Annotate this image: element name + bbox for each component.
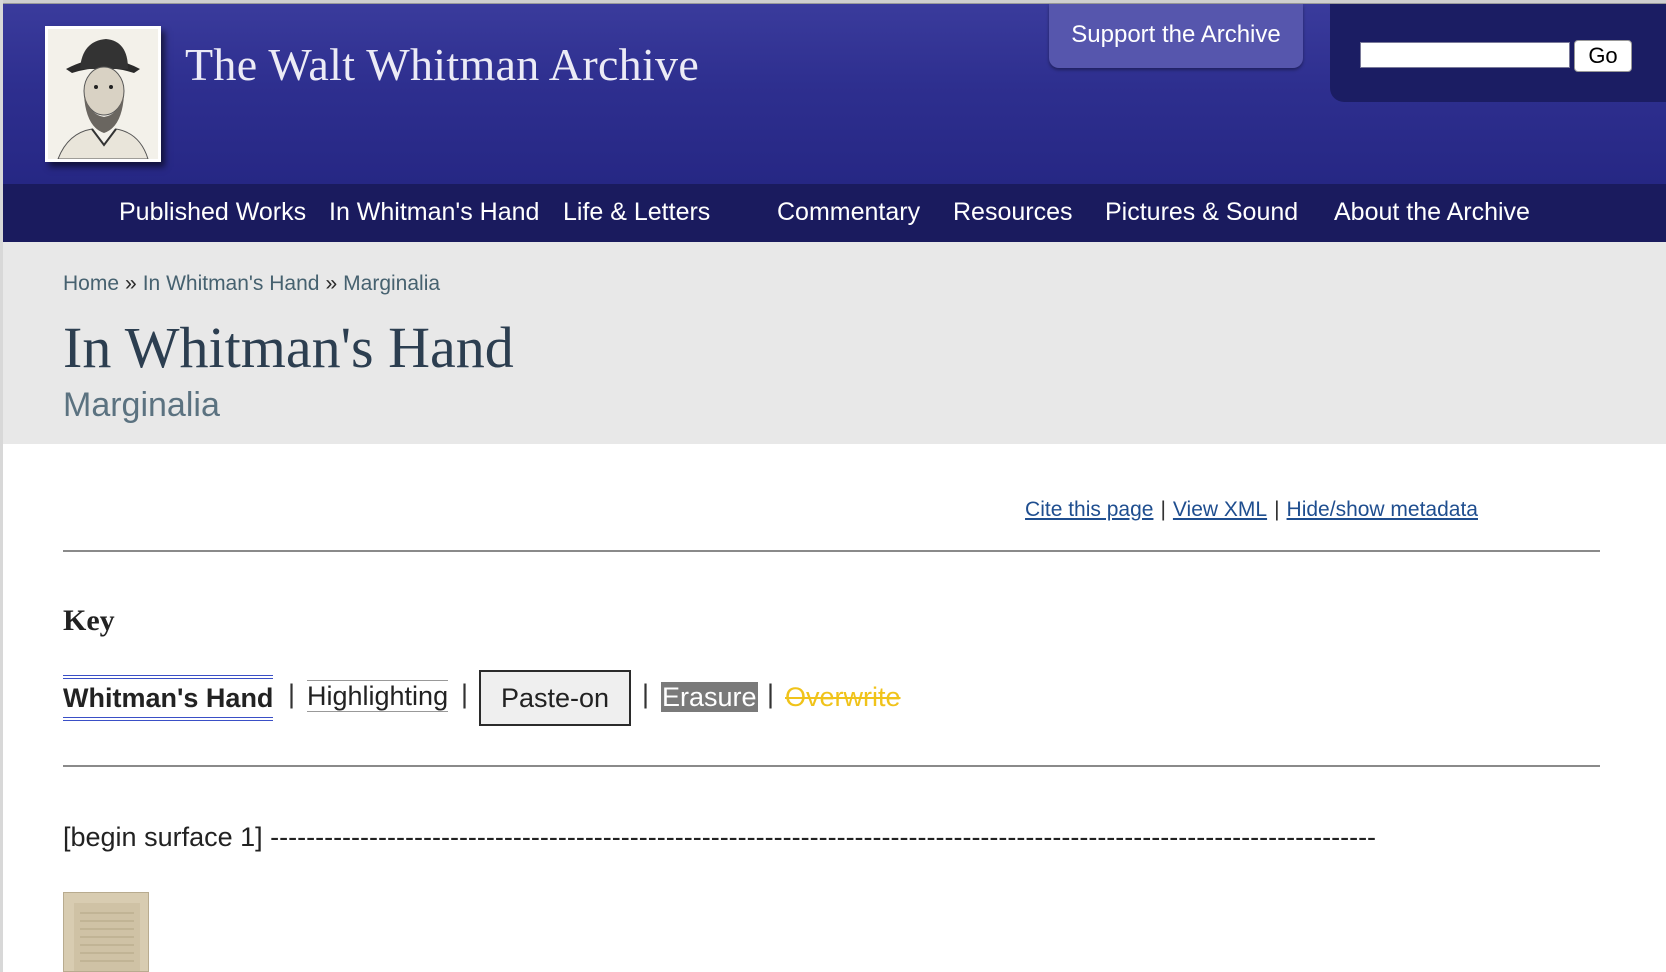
- breadcrumb: Home» In Whitman's Hand» Marginalia: [63, 272, 440, 296]
- manuscript-thumbnail[interactable]: [63, 892, 149, 972]
- nav-commentary[interactable]: Commentary: [777, 184, 920, 242]
- view-xml-link[interactable]: View XML: [1173, 498, 1267, 521]
- whitman-portrait-logo[interactable]: [45, 26, 161, 162]
- key-paste-on: Paste-on: [479, 670, 632, 726]
- search-go-button[interactable]: Go: [1574, 40, 1632, 72]
- support-archive-button[interactable]: Support the Archive: [1049, 4, 1303, 68]
- search-panel: Go: [1330, 4, 1666, 102]
- breadcrumb-section-link[interactable]: In Whitman's Hand: [143, 272, 320, 295]
- divider: [63, 765, 1600, 767]
- divider: [63, 550, 1600, 552]
- nav-published-works[interactable]: Published Works: [119, 184, 306, 242]
- breadcrumb-separator: »: [325, 272, 338, 295]
- nav-pictures-sound[interactable]: Pictures & Sound: [1105, 184, 1298, 242]
- key-separator: |: [461, 679, 469, 709]
- site-header: The Walt Whitman Archive Support the Arc…: [3, 4, 1666, 184]
- page-subtitle: Marginalia: [63, 386, 220, 424]
- key-highlighting: Highlighting: [307, 680, 449, 712]
- key-heading: Key: [63, 604, 115, 637]
- nav-life-letters[interactable]: Life & Letters: [563, 184, 710, 242]
- key-erasure: Erasure: [661, 682, 758, 712]
- nav-about-archive[interactable]: About the Archive: [1334, 184, 1530, 242]
- page-tools: Cite this page | View XML | Hide/show metada…: [1025, 498, 1478, 522]
- nav-in-whitmans-hand[interactable]: In Whitman's Hand: [329, 184, 539, 242]
- page-title-band: Home» In Whitman's Hand» Marginalia In Whi…: [3, 242, 1666, 444]
- breadcrumb-home-link[interactable]: Home: [63, 272, 119, 295]
- search-input[interactable]: [1360, 42, 1570, 68]
- manuscript-page-icon: [64, 893, 148, 971]
- key-separator: |: [288, 679, 296, 709]
- surface-marker: [begin surface 1] ----------------------…: [63, 822, 1377, 852]
- cite-page-link[interactable]: Cite this page: [1025, 498, 1153, 521]
- key-separator: |: [642, 679, 650, 709]
- tools-separator: |: [1160, 498, 1166, 521]
- toggle-metadata-link[interactable]: Hide/show metadata: [1287, 498, 1478, 521]
- key-separator: |: [767, 679, 775, 709]
- nav-resources[interactable]: Resources: [953, 184, 1073, 242]
- portrait-icon: [48, 29, 158, 159]
- tools-separator: |: [1274, 498, 1280, 521]
- page-title: In Whitman's Hand: [63, 315, 514, 380]
- main-navigation: Published Works In Whitman's Hand Life &…: [3, 184, 1666, 242]
- breadcrumb-current-link[interactable]: Marginalia: [343, 272, 440, 295]
- breadcrumb-separator: »: [125, 272, 137, 295]
- key-whitmans-hand: Whitman's Hand: [63, 675, 274, 721]
- site-title[interactable]: The Walt Whitman Archive: [185, 38, 699, 91]
- browser-left-edge: [0, 0, 3, 972]
- key-overwrite: Overwrite: [785, 682, 901, 712]
